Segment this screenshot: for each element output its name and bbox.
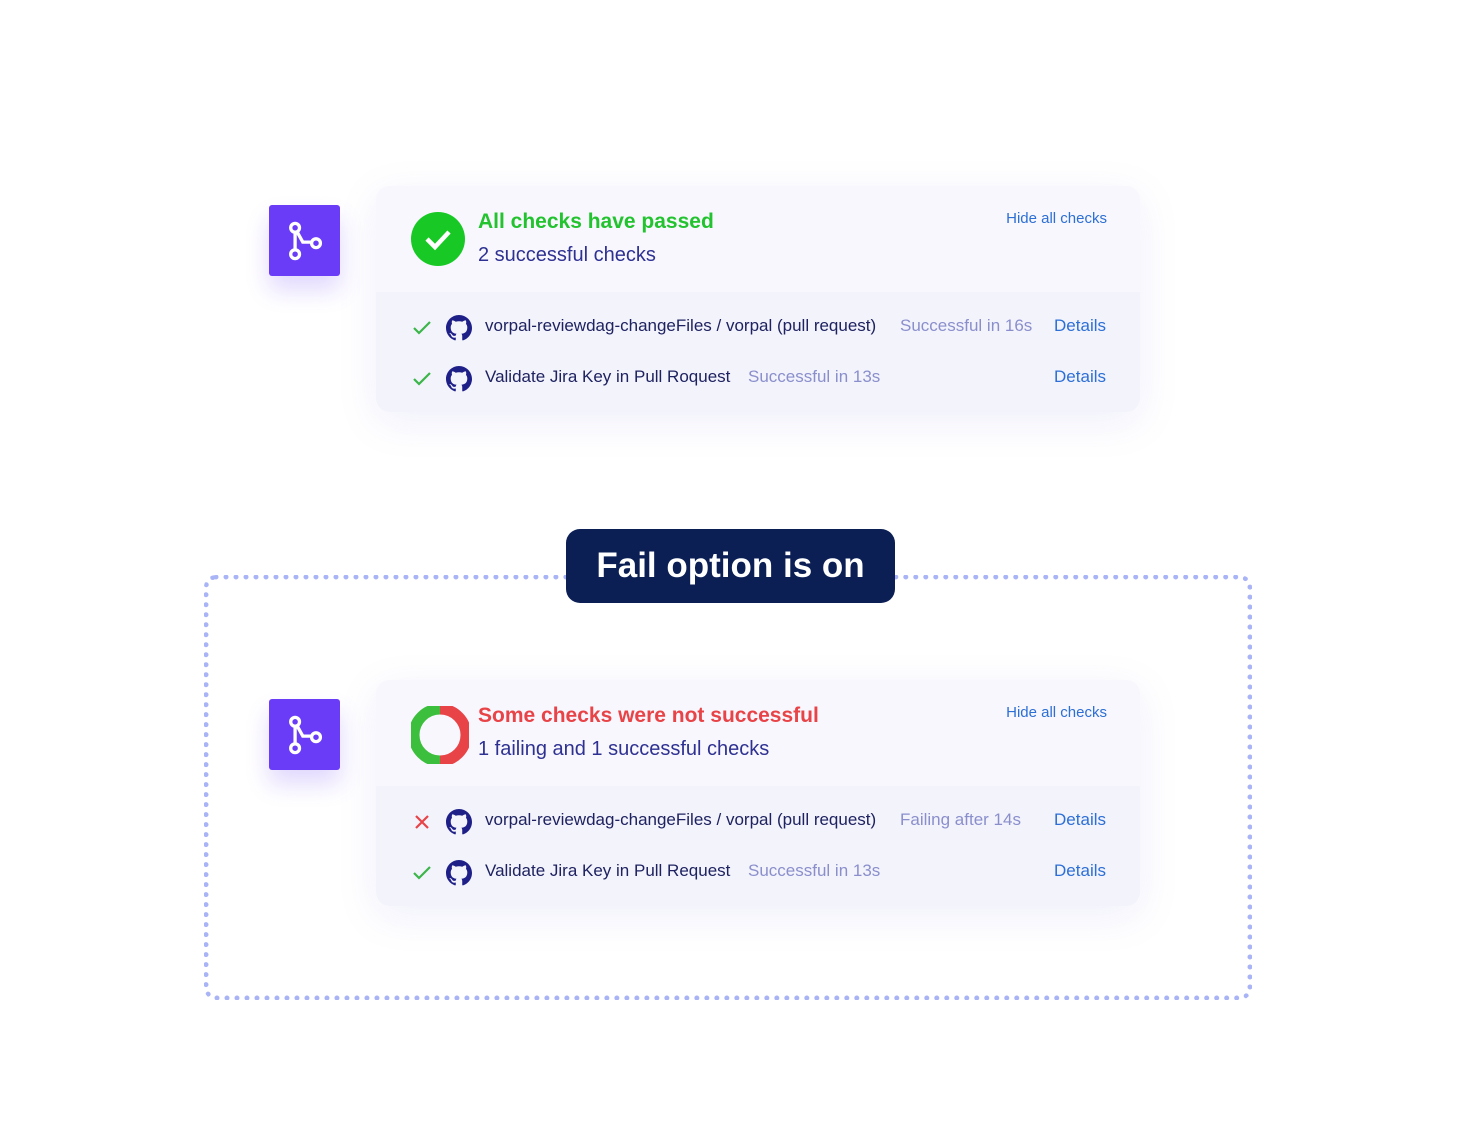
branch-icon — [269, 699, 340, 770]
checks-title: All checks have passed — [478, 210, 714, 233]
details-link[interactable]: Details — [1054, 316, 1106, 336]
badge-label: Fail option is on — [596, 546, 865, 585]
fail-option-badge: Fail option is on — [566, 529, 895, 603]
details-link[interactable]: Details — [1054, 861, 1106, 881]
checks-summary: 1 failing and 1 successful checks — [478, 738, 770, 760]
check-duration: Successful in 13s — [748, 861, 881, 880]
checks-summary: 2 successful checks — [478, 244, 656, 266]
github-icon — [446, 315, 472, 341]
mixed-status-ring-icon — [408, 703, 472, 767]
details-link[interactable]: Details — [1054, 810, 1106, 830]
hide-all-checks-link[interactable]: Hide all checks — [1006, 704, 1107, 721]
check-icon — [412, 863, 432, 883]
checks-panel: All checks have passed 2 successful chec… — [376, 186, 1140, 412]
checks-title: Some checks were not successful — [478, 704, 819, 727]
check-name: Validate Jira Key in Pull Roquest — [485, 367, 731, 386]
check-name: vorpal-reviewdag-changeFiles / vorpal (p… — [485, 316, 877, 335]
hide-all-checks-link[interactable]: Hide all checks — [1006, 210, 1107, 227]
check-row: vorpal-reviewdag-changeFiles / vorpal (p… — [376, 796, 1140, 847]
success-circle-icon — [411, 212, 465, 266]
check-icon — [412, 318, 432, 338]
check-row: Validate Jira Key in Pull Roquest Succes… — [376, 353, 1140, 404]
check-duration: Failing after 14s — [900, 810, 1021, 829]
x-icon — [412, 812, 432, 832]
check-icon — [412, 369, 432, 389]
check-row: vorpal-reviewdag-changeFiles / vorpal (p… — [376, 302, 1140, 353]
github-icon — [446, 860, 472, 886]
github-icon — [446, 809, 472, 835]
check-duration: Successful in 16s — [900, 316, 1033, 335]
github-icon — [446, 366, 472, 392]
branch-icon — [269, 205, 340, 276]
details-link[interactable]: Details — [1054, 367, 1106, 387]
check-name: Validate Jira Key in Pull Request — [485, 861, 731, 880]
checks-header: Some checks were not successful 1 failin… — [376, 680, 1140, 786]
checks-header: All checks have passed 2 successful chec… — [376, 186, 1140, 292]
check-name: vorpal-reviewdag-changeFiles / vorpal (p… — [485, 810, 877, 829]
check-duration: Successful in 13s — [748, 367, 881, 386]
checks-panel: Some checks were not successful 1 failin… — [376, 680, 1140, 906]
check-row: Validate Jira Key in Pull Request Succes… — [376, 847, 1140, 898]
